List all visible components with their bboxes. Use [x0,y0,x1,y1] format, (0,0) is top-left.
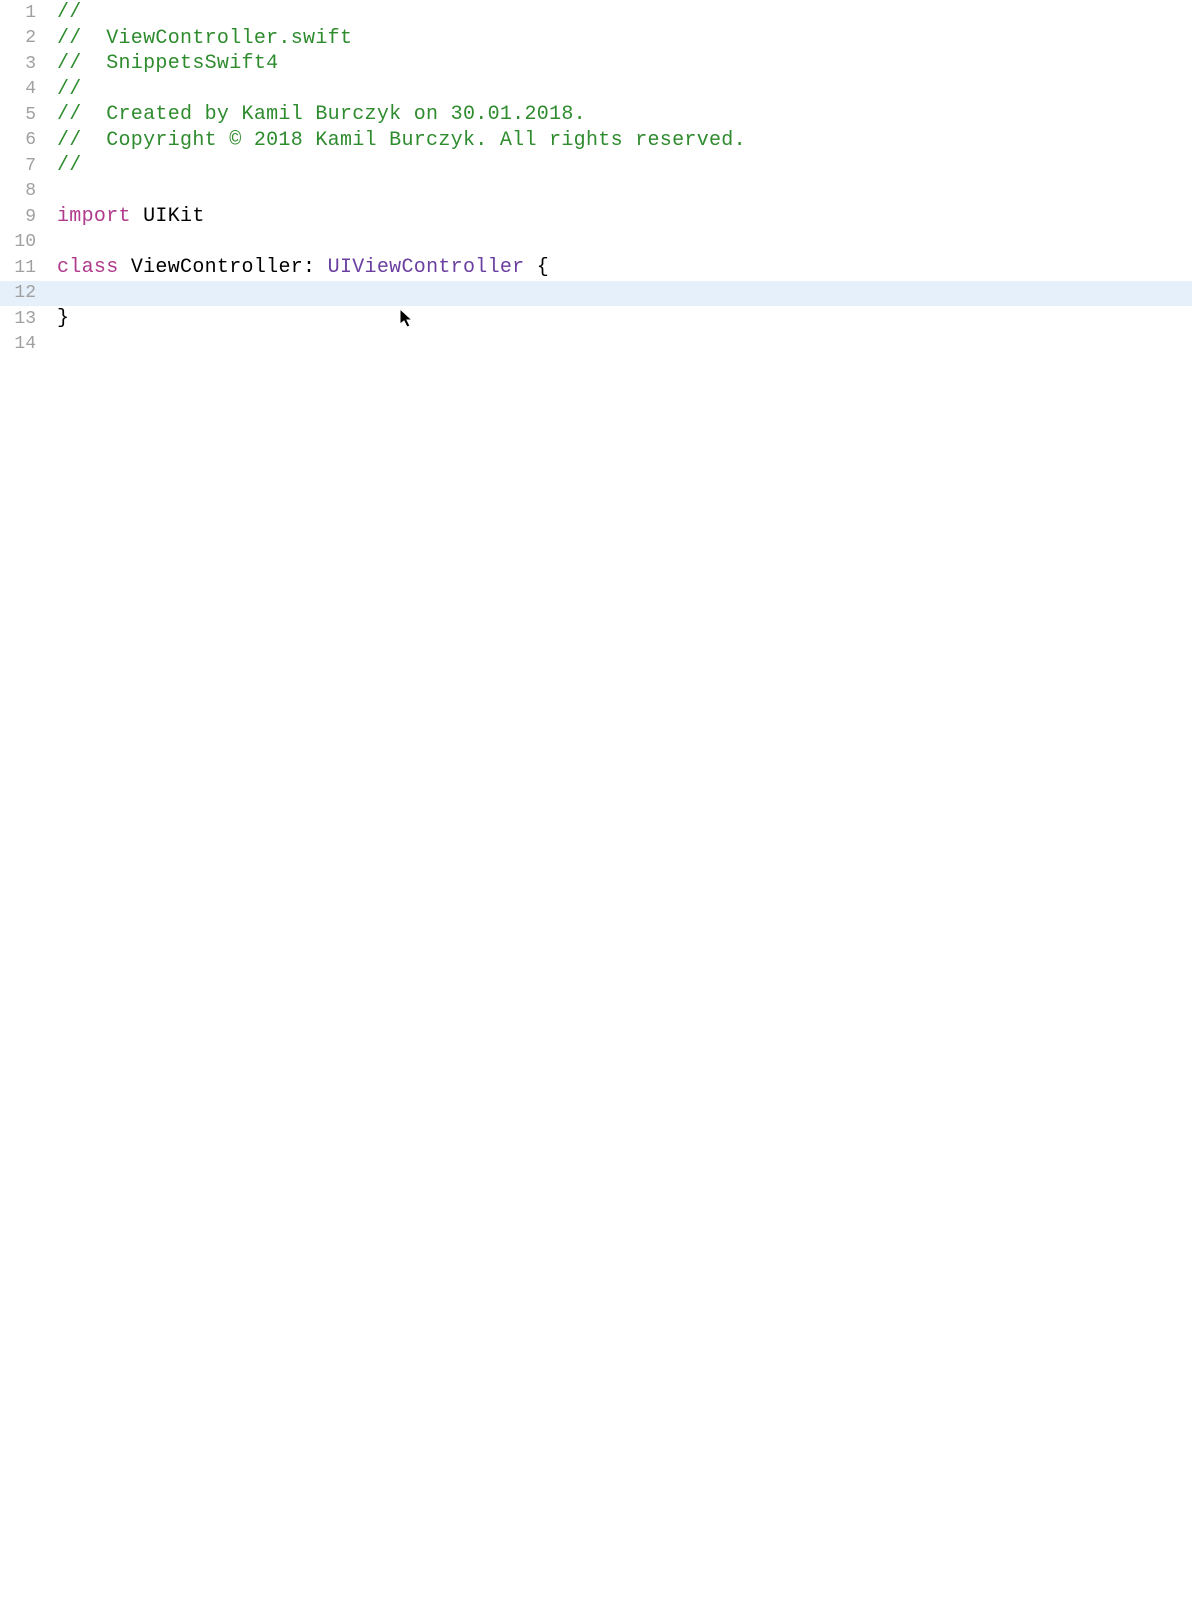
token-plain: } [57,307,69,330]
line-number: 7 [0,156,48,176]
line-number: 3 [0,54,48,74]
code-line[interactable]: 5 // Created by Kamil Burczyk on 30.01.20… [0,102,1192,128]
line-number: 9 [0,207,48,227]
line-number: 1 [0,3,48,23]
code-content[interactable]: import UIKit [48,205,205,228]
code-line[interactable]: 11class ViewController: UIViewController… [0,255,1192,281]
line-number: 10 [0,232,48,252]
line-number: 8 [0,181,48,201]
token-keyword: import [57,205,131,228]
token-plain: UIKit [131,205,205,228]
code-line[interactable]: 14 [0,332,1192,358]
code-line[interactable]: 6 // Copyright © 2018 Kamil Burczyk. All … [0,128,1192,154]
code-line[interactable]: 10 [0,230,1192,256]
code-content[interactable]: // [48,1,82,24]
token-comment: // [57,1,82,24]
token-keyword: class [57,256,119,279]
code-content[interactable]: // SnippetsSwift4 [48,52,278,75]
code-content[interactable]: // Created by Kamil Burczyk on 30.01.201… [48,103,586,126]
code-line[interactable]: 4 // [0,77,1192,103]
code-editor[interactable]: 1 // 2 // ViewController.swift 3 // SnippetsS… [0,0,1192,357]
token-comment: // Created by Kamil Burczyk on 30.01.201… [57,103,586,126]
code-line[interactable]: 2 // ViewController.swift [0,26,1192,52]
code-content[interactable]: // [48,78,82,101]
line-number: 4 [0,79,48,99]
token-comment: // [57,154,82,177]
code-content[interactable]: // [48,154,82,177]
code-content[interactable]: // ViewController.swift [48,27,352,50]
line-number: 11 [0,258,48,278]
token-comment: // [57,78,82,101]
line-number: 12 [0,283,48,303]
token-comment: // Copyright © 2018 Kamil Burczyk. All r… [57,129,746,152]
token-comment: // ViewController.swift [57,27,352,50]
token-plain: { [525,256,550,279]
line-number: 13 [0,309,48,329]
token-plain: ViewController: [119,256,328,279]
code-line[interactable]: 12 [0,281,1192,307]
code-line[interactable]: 1 // [0,0,1192,26]
code-line[interactable]: 7 // [0,153,1192,179]
code-line[interactable]: 9import UIKit [0,204,1192,230]
code-line[interactable]: 13} [0,306,1192,332]
code-content[interactable]: } [48,307,69,330]
line-number: 5 [0,105,48,125]
line-number: 2 [0,28,48,48]
code-line[interactable]: 3 // SnippetsSwift4 [0,51,1192,77]
token-comment: // SnippetsSwift4 [57,52,278,75]
code-line[interactable]: 8 [0,179,1192,205]
code-content[interactable]: // Copyright © 2018 Kamil Burczyk. All r… [48,129,746,152]
line-number: 6 [0,130,48,150]
token-type: UIViewController [328,256,525,279]
line-number: 14 [0,334,48,354]
code-content[interactable]: class ViewController: UIViewController { [48,256,549,279]
